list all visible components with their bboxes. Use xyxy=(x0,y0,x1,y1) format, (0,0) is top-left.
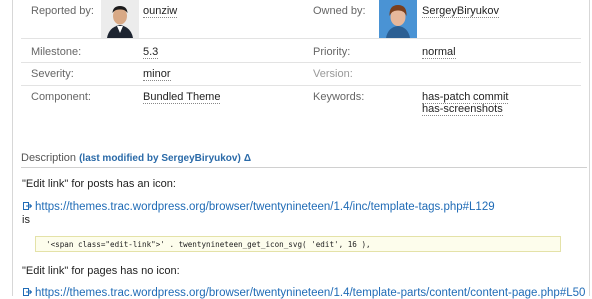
ticket-box: Reported by: ounziw Owned by: SergeyBiry… xyxy=(12,0,590,299)
owner-avatar-photo xyxy=(379,0,417,38)
reporter-avatar xyxy=(101,0,139,38)
content-page-link-text[interactable]: https://themes.trac.wordpress.org/browse… xyxy=(35,287,585,299)
owned-by-label: Owned by: xyxy=(313,5,366,17)
keyword-has-screenshots[interactable]: has-screenshots xyxy=(422,103,503,116)
priority-value[interactable]: normal xyxy=(422,46,456,59)
external-link-icon xyxy=(23,288,32,296)
severity-value[interactable]: minor xyxy=(143,68,171,81)
reporter-name[interactable]: ounziw xyxy=(143,5,178,18)
divider xyxy=(21,38,581,39)
milestone-label: Milestone: xyxy=(31,46,82,58)
divider xyxy=(21,85,581,86)
milestone-value[interactable]: 5.3 xyxy=(143,46,159,59)
description-title: Description xyxy=(21,152,77,164)
template-tags-link-text[interactable]: https://themes.trac.wordpress.org/browse… xyxy=(35,201,495,213)
code-block: '<span class="edit-link">' . twentyninet… xyxy=(35,236,561,252)
component-value[interactable]: Bundled Theme xyxy=(143,91,221,104)
severity-label: Severity: xyxy=(31,68,74,80)
owner-avatar xyxy=(379,0,417,38)
description-paragraph: "Edit link" for posts has an icon: xyxy=(22,178,176,190)
description-header: Description (last modified by SergeyBiry… xyxy=(21,152,587,168)
reporter-avatar-photo xyxy=(101,0,139,38)
external-link-icon xyxy=(23,202,32,210)
keywords-label: Keywords: xyxy=(313,91,365,103)
divider xyxy=(21,62,581,63)
content-page-link[interactable]: https://themes.trac.wordpress.org/browse… xyxy=(23,287,585,299)
diff-delta-link[interactable]: Δ xyxy=(244,153,251,164)
description-paragraph: "Edit link" for pages has no icon: xyxy=(22,265,180,277)
last-modified-link[interactable]: (last modified by SergeyBiryukov) xyxy=(79,153,241,164)
template-tags-link[interactable]: https://themes.trac.wordpress.org/browse… xyxy=(23,201,495,213)
is-text: is xyxy=(22,214,30,226)
version-label: Version: xyxy=(313,68,353,80)
owner-name[interactable]: SergeyBiryukov xyxy=(422,5,500,18)
component-label: Component: xyxy=(31,91,91,103)
reported-by-label: Reported by: xyxy=(31,5,94,17)
priority-label: Priority: xyxy=(313,46,351,58)
